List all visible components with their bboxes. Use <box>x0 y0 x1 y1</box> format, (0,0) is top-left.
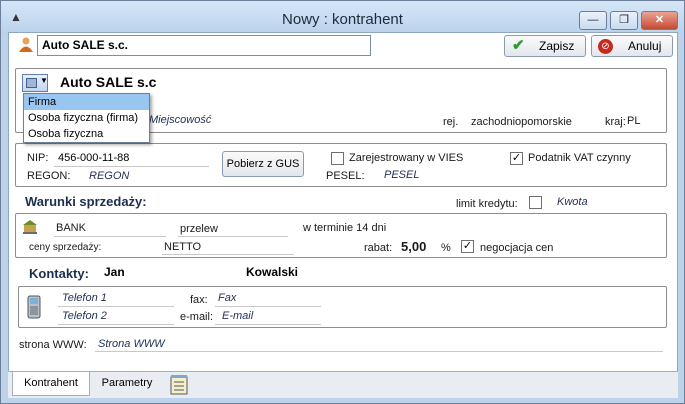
bank-value[interactable]: BANK <box>56 222 86 234</box>
nip-label: NIP: <box>27 152 49 164</box>
contractor-type-dropdown[interactable]: ▼ <box>22 74 48 92</box>
credit-limit-input[interactable]: Kwota <box>557 196 588 208</box>
bank-underline <box>54 236 166 237</box>
tab-parametry[interactable]: Parametry <box>92 372 162 396</box>
client-area: Auto SALE s.c. ✔ Zapisz ⊘ Anuluj ▼ Auto … <box>8 32 678 398</box>
checkmark-icon: ✔ <box>512 37 525 54</box>
contact-last-name[interactable]: Kowalski <box>246 265 298 279</box>
sales-section-title: Warunki sprzedaży: <box>25 194 147 209</box>
fetch-gus-button[interactable]: Pobierz z GUS <box>222 151 304 177</box>
prices-underline <box>162 254 294 255</box>
fax-underline <box>215 306 321 307</box>
nip-input[interactable]: 456-000-11-88 <box>58 152 129 164</box>
phone1-underline <box>58 306 174 307</box>
payment-term[interactable]: w terminie 14 dni <box>303 222 386 234</box>
maximize-button[interactable]: ❐ <box>610 11 638 30</box>
menu-item-firma[interactable]: Firma <box>24 94 149 110</box>
menu-item-osoba-fizyczna-firma[interactable]: Osoba fizyczna (firma) <box>24 110 149 126</box>
contractor-name-input[interactable]: Auto SALE s.c. <box>37 35 371 56</box>
contacts-panel: Telefon 1 Telefon 2 fax: Fax e-mail: E-m… <box>18 286 667 328</box>
prices-label: ceny sprzedaży: <box>29 242 102 253</box>
region-label: rej. <box>443 116 459 128</box>
vies-checkbox[interactable] <box>331 152 344 165</box>
www-underline <box>95 351 663 352</box>
minimize-button[interactable]: — <box>579 11 607 30</box>
www-label: strona WWW: <box>19 339 87 351</box>
phone2-input[interactable]: Telefon 2 <box>62 310 107 322</box>
payment-method[interactable]: przelew <box>180 223 218 235</box>
tab-bar: Kontrahent Parametry <box>8 371 678 398</box>
negotiation-label: negocjacja cen <box>480 242 554 254</box>
company-full-name[interactable]: Auto SALE s.c <box>60 74 156 90</box>
www-input[interactable]: Strona WWW <box>98 338 165 350</box>
fax-input[interactable]: Fax <box>218 292 236 304</box>
email-input[interactable]: E-mail <box>222 310 253 322</box>
country-label: kraj: <box>605 116 626 128</box>
nip-underline <box>54 166 209 167</box>
credit-limit-label: limit kredytu: <box>456 198 518 210</box>
person-icon <box>18 36 34 55</box>
vat-checkbox[interactable]: ✓ <box>510 152 523 165</box>
cancel-label: Anuluj <box>628 39 662 53</box>
pesel-label: PESEL: <box>326 170 365 182</box>
city-field[interactable]: Miejscowość <box>149 114 211 126</box>
email-underline <box>215 324 321 325</box>
sales-panel: BANK przelew w terminie 14 dni ceny sprz… <box>15 213 667 258</box>
country-value[interactable]: PL <box>627 115 640 127</box>
credit-limit-checkbox[interactable] <box>529 196 542 209</box>
tab-kontrahent[interactable]: Kontrahent <box>12 372 90 396</box>
regon-label: REGON: <box>27 170 71 182</box>
discount-input[interactable]: 5,00 <box>401 239 426 254</box>
save-button[interactable]: ✔ Zapisz <box>504 35 586 57</box>
vat-label: Podatnik VAT czynny <box>528 152 631 164</box>
menu-item-osoba-fizyczna[interactable]: Osoba fizyczna <box>24 126 149 142</box>
ids-panel: NIP: 456-000-11-88 Pobierz z GUS Zarejes… <box>15 143 667 187</box>
cancel-button[interactable]: ⊘ Anuluj <box>591 35 673 57</box>
discount-label: rabat: <box>364 242 393 254</box>
fax-label: fax: <box>190 294 208 306</box>
vies-label: Zarejestrowany w VIES <box>349 152 464 164</box>
cancel-icon: ⊘ <box>598 39 613 54</box>
contact-first-name[interactable]: Jan <box>104 265 125 279</box>
window: ▲ Nowy : kontrahent — ❐ ✕ Auto SALE s.c.… <box>0 0 685 404</box>
contacts-section-title: Kontakty: <box>29 266 89 281</box>
payment-underline <box>178 236 288 237</box>
phone2-underline <box>58 324 174 325</box>
regon-input[interactable]: REGON <box>89 170 129 182</box>
chevron-down-icon: ▼ <box>40 76 48 85</box>
notes-icon[interactable] <box>170 375 188 398</box>
title-bar[interactable]: ▲ Nowy : kontrahent — ❐ ✕ <box>1 1 684 35</box>
email-label: e-mail: <box>180 311 214 323</box>
bank-icon <box>22 219 38 237</box>
contractor-type-menu: Firma Osoba fizyczna (firma) Osoba fizyc… <box>23 93 150 143</box>
negotiation-checkbox[interactable]: ✓ <box>461 240 474 253</box>
building-icon <box>26 78 37 88</box>
prices-value[interactable]: NETTO <box>164 241 201 253</box>
region-value[interactable]: zachodniopomorskie <box>471 116 572 128</box>
save-label: Zapisz <box>539 39 575 53</box>
phone1-input[interactable]: Telefon 1 <box>62 292 107 304</box>
pesel-input[interactable]: PESEL <box>384 169 419 181</box>
discount-unit: % <box>441 242 451 254</box>
phone-icon <box>27 295 41 322</box>
close-button[interactable]: ✕ <box>641 11 678 30</box>
